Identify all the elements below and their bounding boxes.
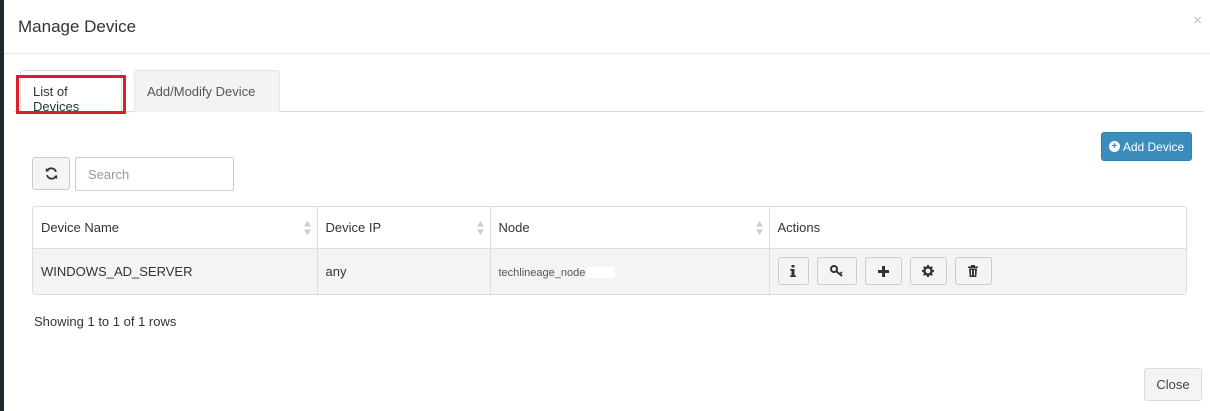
sort-icon: [755, 221, 763, 235]
column-header-node[interactable]: Node: [490, 207, 770, 249]
tab-add-modify-device[interactable]: Add/Modify Device: [134, 70, 280, 112]
close-icon[interactable]: ×: [1193, 12, 1202, 29]
info-button[interactable]: [777, 257, 809, 286]
key-button[interactable]: [816, 257, 857, 286]
modal-title: Manage Device: [18, 17, 137, 36]
sort-icon: [476, 221, 484, 235]
column-header-label: Device Name: [41, 219, 120, 235]
close-button[interactable]: Close: [1144, 368, 1202, 401]
add-button[interactable]: [864, 257, 902, 286]
tab-bar: List of Devices Add/Modify Device: [14, 70, 1204, 114]
trash-icon: [968, 265, 978, 278]
cell-device-name: WINDOWS_AD_SERVER: [33, 248, 318, 294]
table-row: WINDOWS_AD_SERVER any techlineage_node: [33, 248, 1186, 294]
key-icon: [829, 265, 843, 278]
settings-button[interactable]: [909, 257, 947, 286]
plus-icon: [877, 265, 889, 277]
manage-device-modal: Manage Device × List of Devices Add/Modi…: [4, 0, 1210, 411]
refresh-icon: [45, 167, 57, 180]
sort-icon: [303, 221, 311, 235]
modal-header: Manage Device ×: [4, 0, 1210, 54]
column-header-device-ip[interactable]: Device IP: [317, 207, 491, 249]
devices-table: Device Name Device IP Node Actions WINDO…: [32, 206, 1187, 295]
cell-device-ip: any: [317, 248, 491, 294]
pagination-summary: Showing 1 to 1 of 1 rows: [34, 314, 177, 329]
refresh-button[interactable]: [32, 157, 70, 190]
info-icon: [790, 265, 796, 278]
node-value: techlineage_node: [498, 266, 586, 279]
cell-actions: [769, 248, 1186, 294]
add-device-label: Add Device: [1122, 139, 1185, 154]
highlight-annotation: [16, 75, 126, 114]
plus-circle-icon: +: [1108, 141, 1120, 152]
column-header-label: Node: [498, 219, 530, 235]
redacted-area: [587, 266, 616, 278]
column-header-label: Actions: [777, 219, 821, 235]
column-header-label: Device IP: [325, 219, 382, 235]
column-header-device-name[interactable]: Device Name: [33, 207, 318, 249]
cell-node: techlineage_node: [490, 248, 770, 294]
column-header-actions: Actions: [769, 207, 1186, 249]
delete-button[interactable]: [954, 257, 992, 286]
search-input[interactable]: [75, 157, 234, 191]
gear-icon: [922, 265, 934, 278]
add-device-button[interactable]: + Add Device: [1101, 132, 1192, 161]
